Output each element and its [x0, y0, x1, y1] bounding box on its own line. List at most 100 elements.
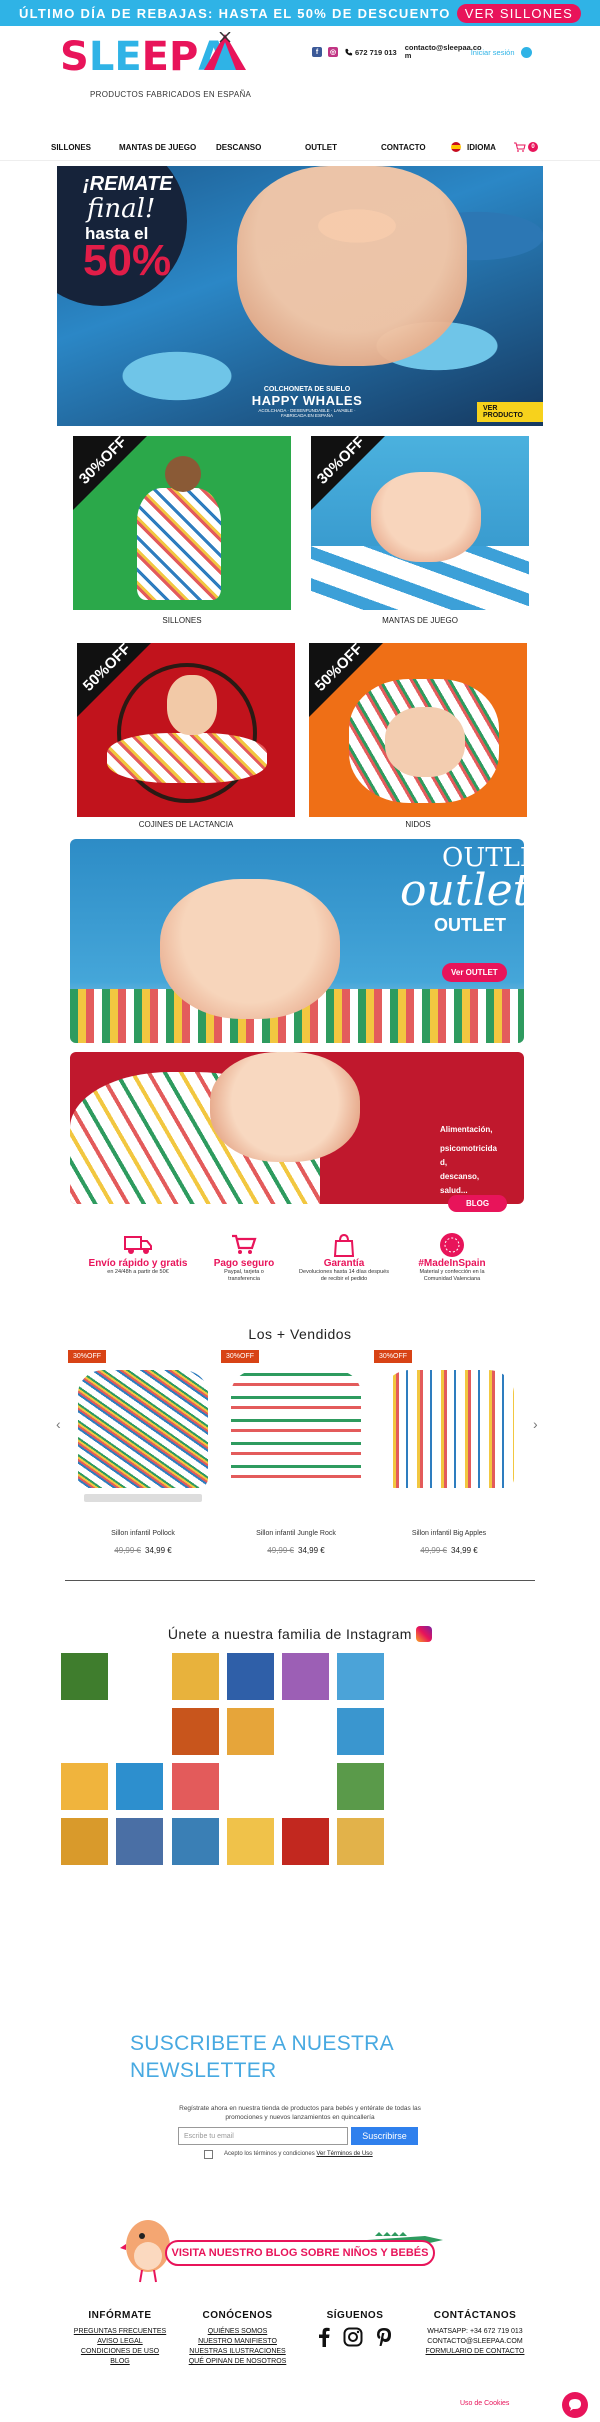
- feature-desc: Devoluciones hasta 14 días después de re…: [299, 1269, 389, 1282]
- product-name[interactable]: Sillon infantil Pollock: [68, 1530, 218, 1537]
- instagram-photo[interactable]: [337, 1708, 384, 1755]
- instagram-photo[interactable]: [61, 1653, 108, 1700]
- facebook-icon[interactable]: [317, 2327, 331, 2347]
- instagram-photo[interactable]: [61, 1818, 108, 1865]
- cushion-image: [107, 733, 267, 783]
- baby-image: [385, 707, 465, 777]
- instagram-photo[interactable]: [116, 1818, 163, 1865]
- footer-link[interactable]: BLOG: [70, 2357, 170, 2367]
- nav-item-contacto[interactable]: CONTACTO: [381, 143, 426, 152]
- logo[interactable]: SLEEPA: [60, 32, 260, 80]
- instagram-photo[interactable]: [172, 1708, 219, 1755]
- instagram-photo[interactable]: [337, 1653, 384, 1700]
- outlet-word-3: OUTLET: [434, 915, 506, 935]
- instagram-photo[interactable]: [61, 1763, 108, 1810]
- instagram-photo[interactable]: [172, 1653, 219, 1700]
- terms-link[interactable]: Ver Términos de Uso: [316, 2151, 372, 2157]
- logo-letter: L: [88, 34, 115, 80]
- footer-link[interactable]: WHATSAPP: +34 672 719 013: [410, 2327, 540, 2337]
- instagram-photo[interactable]: [227, 1653, 274, 1700]
- footer-link[interactable]: QUÉ OPINAN DE NOSOTROS: [180, 2357, 295, 2367]
- feature-title: Garantía: [323, 1258, 365, 1269]
- instagram-photo[interactable]: [337, 1818, 384, 1865]
- discount-badge: 50%OFF: [77, 643, 155, 721]
- hero-banner[interactable]: ¡REMATE final! hasta el 50% COLCHONETA D…: [57, 166, 543, 426]
- outlet-banner[interactable]: OUTLET outlet OUTLET Ver OUTLET: [70, 839, 524, 1043]
- nav-item-outlet[interactable]: OUTLET: [305, 143, 337, 152]
- login-link[interactable]: Iniciar sesión: [471, 48, 515, 57]
- carousel-next-icon[interactable]: ›: [533, 1416, 538, 1432]
- category-label[interactable]: SILLONES: [73, 616, 291, 625]
- discount-badge: 30%OFF: [374, 1350, 413, 1363]
- chat-icon: [569, 2399, 581, 2411]
- phone-link[interactable]: 672 719 013: [344, 48, 397, 57]
- instagram-photo[interactable]: [227, 1818, 274, 1865]
- newsletter-email-input[interactable]: Escribe tu email: [178, 2127, 348, 2145]
- footer-link[interactable]: NUESTRO MANIFIESTO: [180, 2337, 295, 2347]
- instagram-icon[interactable]: [343, 2327, 363, 2347]
- cart-button[interactable]: 0: [514, 142, 538, 152]
- nav-item-sillones[interactable]: SILLONES: [51, 143, 91, 152]
- instagram-photo[interactable]: [227, 1708, 274, 1755]
- language-label: IDIOMA: [467, 142, 496, 152]
- blog-topic: d,: [440, 1158, 448, 1167]
- instagram-icon[interactable]: ◎: [328, 47, 338, 57]
- feature-warranty: Garantía Devoluciones hasta 14 días desp…: [284, 1232, 404, 1283]
- blog-banner[interactable]: Alimentación, psicomotricida d, descanso…: [70, 1052, 524, 1204]
- outlet-word-2: outlet: [400, 865, 524, 916]
- instagram-photo[interactable]: [337, 1763, 384, 1810]
- instagram-photo[interactable]: [116, 1763, 163, 1810]
- category-tile-mantas[interactable]: 30%OFF: [311, 436, 529, 610]
- instagram-photo[interactable]: [282, 1818, 329, 1865]
- facebook-icon[interactable]: f: [312, 47, 322, 57]
- category-tile-nidos[interactable]: 50%OFF: [309, 643, 527, 817]
- blog-cta-button[interactable]: BLOG: [448, 1195, 508, 1212]
- email-link[interactable]: contacto@sleepaa.co m: [403, 44, 482, 60]
- instagram-photo[interactable]: [172, 1763, 219, 1810]
- newsletter-title: SUSCRIBETE A NUESTRA NEWSLETTER: [130, 2032, 393, 2082]
- footer-link[interactable]: CONTACTO@SLEEPAA.COM: [410, 2337, 540, 2347]
- category-label[interactable]: COJINES DE LACTANCIA: [77, 820, 295, 829]
- footer-link[interactable]: PREGUNTAS FRECUENTES: [70, 2327, 170, 2337]
- category-label[interactable]: NIDOS: [309, 820, 527, 829]
- footer-link[interactable]: NUESTRAS ILUSTRACIONES: [180, 2347, 295, 2357]
- category-tile-cojines[interactable]: 50%OFF: [77, 643, 295, 817]
- pinterest-icon[interactable]: [375, 2327, 393, 2347]
- terms-checkbox[interactable]: [204, 2150, 213, 2159]
- subscribe-button[interactable]: Suscribirse: [351, 2127, 418, 2145]
- terms-label: Acepto los términos y condiciones Ver Té…: [224, 2151, 373, 2157]
- category-label[interactable]: MANTAS DE JUEGO: [311, 616, 529, 625]
- hero-product-kicker: COLCHONETA DE SUELO: [263, 386, 351, 393]
- footer-link[interactable]: CONDICIONES DE USO: [70, 2347, 170, 2357]
- promo-banner: ÚLTIMO DÍA DE REBAJAS: HASTA EL 50% DE D…: [0, 0, 600, 26]
- teepee-icon: [204, 32, 246, 70]
- hero-product-name: HAPPY WHALES: [251, 393, 363, 408]
- hero-cta-button[interactable]: VER PRODUCTO: [477, 402, 543, 422]
- cookies-link[interactable]: Uso de Cookies: [460, 2400, 509, 2407]
- language-selector[interactable]: IDIOMA: [451, 142, 496, 152]
- footer-contactanos: CONTÁCTANOS WHATSAPP: +34 672 719 013 CO…: [410, 2310, 540, 2357]
- product-name[interactable]: Sillon infantil Jungle Rock: [221, 1530, 371, 1537]
- instagram-photo[interactable]: [282, 1653, 329, 1700]
- chat-button[interactable]: [562, 2392, 588, 2418]
- user-icon[interactable]: [520, 46, 532, 58]
- footer-link[interactable]: QUIÉNES SOMOS: [180, 2327, 295, 2337]
- promo-cta-button[interactable]: VER SILLONES: [456, 3, 582, 23]
- instagram-photo[interactable]: [172, 1818, 219, 1865]
- footer-link[interactable]: FORMULARIO DE CONTACTO: [410, 2347, 540, 2357]
- blog-topic: psicomotricida: [440, 1144, 497, 1153]
- visit-blog-text[interactable]: VISITA NUESTRO BLOG SOBRE NIÑOS Y BEBÉS: [165, 2240, 435, 2266]
- category-tile-sillones[interactable]: 30%OFF: [73, 436, 291, 610]
- carousel-prev-icon[interactable]: ‹: [56, 1416, 61, 1432]
- product-price: 34,99 €: [298, 1546, 325, 1555]
- product-name[interactable]: Sillon infantil Big Apples: [374, 1530, 524, 1537]
- nav-item-mantas[interactable]: MANTAS DE JUEGO: [119, 143, 196, 152]
- nav-item-descanso[interactable]: DESCANSO: [216, 143, 261, 152]
- instagram-icon[interactable]: [416, 1626, 433, 1642]
- instagram-title-text: Únete a nuestra familia de Instagram: [167, 1626, 412, 1642]
- outlet-cta-button[interactable]: Ver OUTLET: [442, 963, 507, 982]
- footer-link[interactable]: AVISO LEGAL: [70, 2337, 170, 2347]
- visit-blog-banner[interactable]: VISITA NUESTRO BLOG SOBRE NIÑOS Y BEBÉS: [120, 2212, 450, 2284]
- footer-heading: SÍGUENOS: [326, 2310, 384, 2321]
- product-price: 34,99 €: [145, 1546, 172, 1555]
